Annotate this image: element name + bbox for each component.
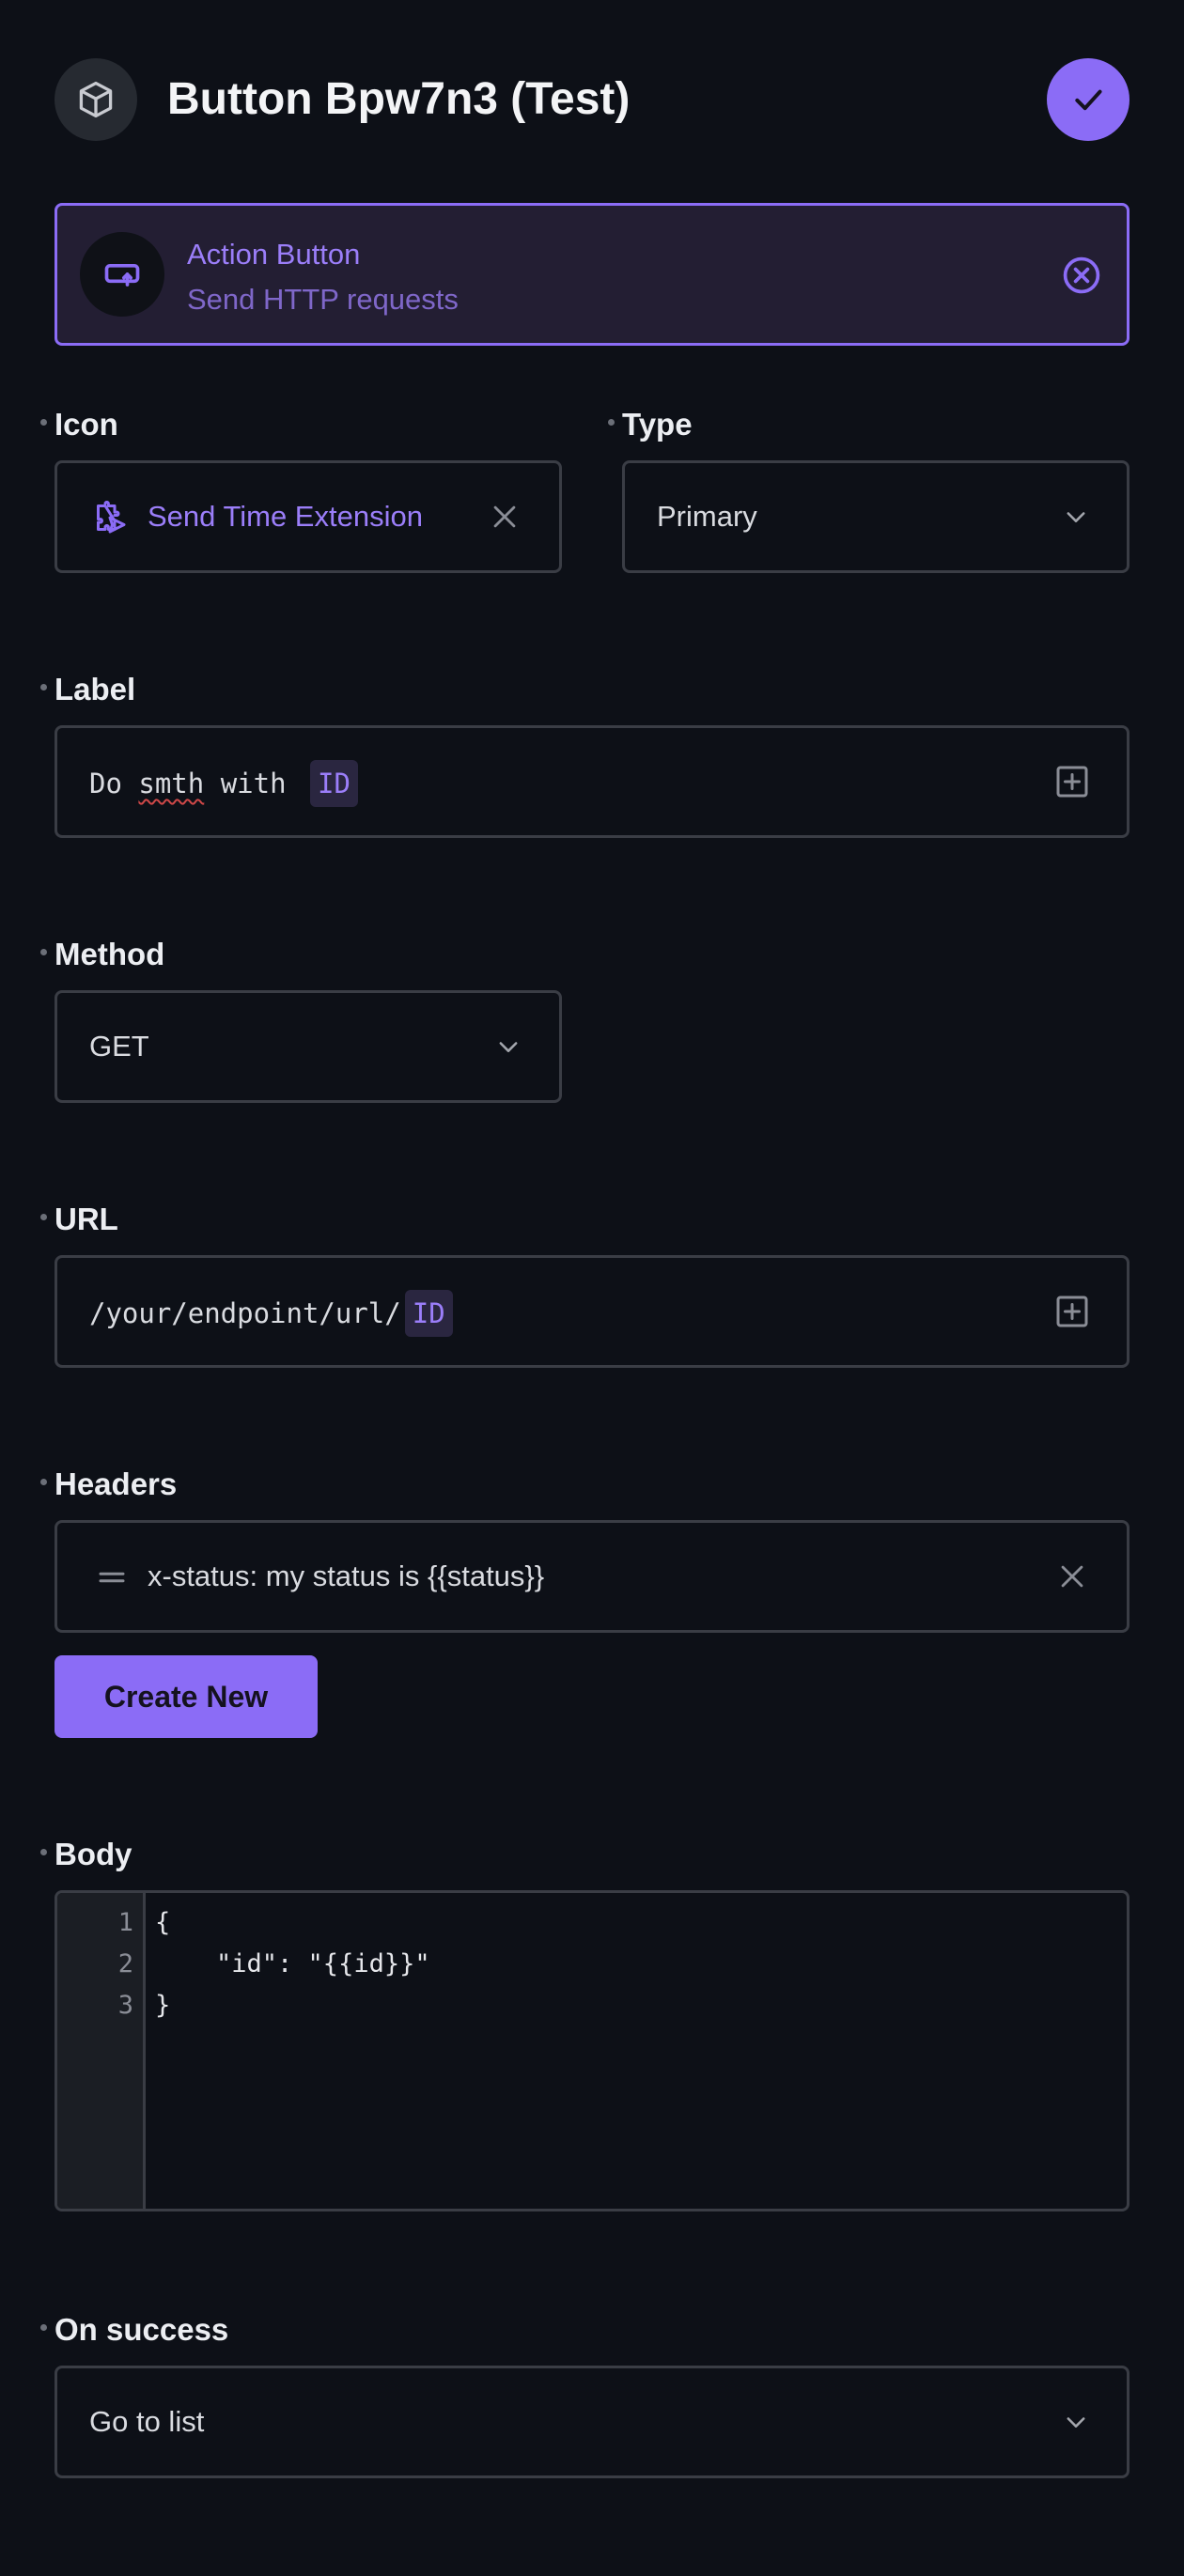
header-row[interactable]: x-status: my status is {{status}} xyxy=(55,1520,1129,1633)
icon-select[interactable]: Send Time Extension xyxy=(55,460,562,573)
puzzle-send-icon xyxy=(91,499,129,536)
button-editor-page: Button Bpw7n3 (Test) Action Button Send … xyxy=(0,0,1184,2576)
label-field-label: Label xyxy=(55,672,136,706)
create-new-button[interactable]: Create New xyxy=(55,1655,318,1738)
drag-handle-icon[interactable] xyxy=(95,1560,129,1594)
line-number-gutter: 1 2 3 xyxy=(57,1893,146,2209)
body-code-editor[interactable]: 1 2 3 { "id": "{{id}}" } xyxy=(55,1890,1129,2211)
url-input-value: /your/endpoint/url/ID xyxy=(89,1290,453,1337)
required-dot xyxy=(40,2324,47,2331)
circle-x-icon[interactable] xyxy=(1059,253,1104,298)
required-dot xyxy=(40,1849,47,1855)
url-input[interactable]: /your/endpoint/url/ID xyxy=(55,1255,1129,1368)
chevron-down-icon xyxy=(495,1033,522,1060)
action-type-card[interactable]: Action Button Send HTTP requests xyxy=(55,203,1129,346)
action-subtitle: Send HTTP requests xyxy=(187,283,459,316)
variable-tag[interactable]: ID xyxy=(404,1290,453,1337)
code-line: { xyxy=(155,1908,171,1937)
close-icon xyxy=(493,505,516,528)
plus-square-icon xyxy=(1056,766,1088,798)
body-field-label: Body xyxy=(55,1837,132,1871)
on-success-field-label: On success xyxy=(55,2312,229,2347)
chevron-down-icon xyxy=(1063,2409,1089,2435)
required-dot xyxy=(40,419,47,426)
chevron-down-icon xyxy=(1063,504,1089,530)
url-text: /your/endpoint/url/ xyxy=(89,1297,401,1329)
close-icon xyxy=(1061,1565,1083,1588)
required-dot xyxy=(40,949,47,955)
code-line: } xyxy=(155,1991,171,2020)
action-button-icon xyxy=(80,232,164,317)
label-input-value: Do smth with ID xyxy=(89,760,358,807)
label-text-part: Do xyxy=(89,768,139,799)
insert-variable-button[interactable] xyxy=(1053,763,1091,800)
action-title: Action Button xyxy=(187,238,361,271)
label-text-part: with xyxy=(204,768,303,799)
line-number: 2 xyxy=(117,1949,133,1979)
label-misspelled-word: smth xyxy=(138,768,205,799)
cube-icon xyxy=(55,58,137,141)
type-field-label: Type xyxy=(622,407,693,442)
method-select-value: GET xyxy=(89,1030,149,1063)
page-title: Button Bpw7n3 (Test) xyxy=(167,74,631,124)
type-select[interactable]: Primary xyxy=(622,460,1129,573)
check-icon xyxy=(1075,89,1102,111)
icon-select-value: Send Time Extension xyxy=(148,500,423,533)
remove-header-button[interactable] xyxy=(1053,1558,1091,1595)
clear-icon-button[interactable] xyxy=(486,498,523,535)
required-dot xyxy=(40,1479,47,1485)
headers-field-label: Headers xyxy=(55,1466,178,1501)
type-select-value: Primary xyxy=(657,500,757,533)
on-success-select[interactable]: Go to list xyxy=(55,2366,1129,2478)
code-line: "id": "{{id}}" xyxy=(155,1949,430,1979)
required-dot xyxy=(40,684,47,691)
line-number: 3 xyxy=(117,1991,133,2020)
method-field-label: Method xyxy=(55,937,165,971)
required-dot xyxy=(40,1214,47,1220)
plus-square-icon xyxy=(1056,1296,1088,1327)
method-select[interactable]: GET xyxy=(55,990,562,1103)
url-field-label: URL xyxy=(55,1202,118,1236)
label-input[interactable]: Do smth with ID xyxy=(55,725,1129,838)
line-number: 1 xyxy=(117,1908,133,1937)
icon-field-label: Icon xyxy=(55,407,118,442)
variable-tag[interactable]: ID xyxy=(310,760,358,807)
required-dot xyxy=(608,419,615,426)
header-value: x-status: my status is {{status}} xyxy=(148,1560,545,1592)
confirm-button[interactable] xyxy=(1047,58,1129,141)
insert-variable-button[interactable] xyxy=(1053,1293,1091,1330)
on-success-value: Go to list xyxy=(89,2405,205,2438)
